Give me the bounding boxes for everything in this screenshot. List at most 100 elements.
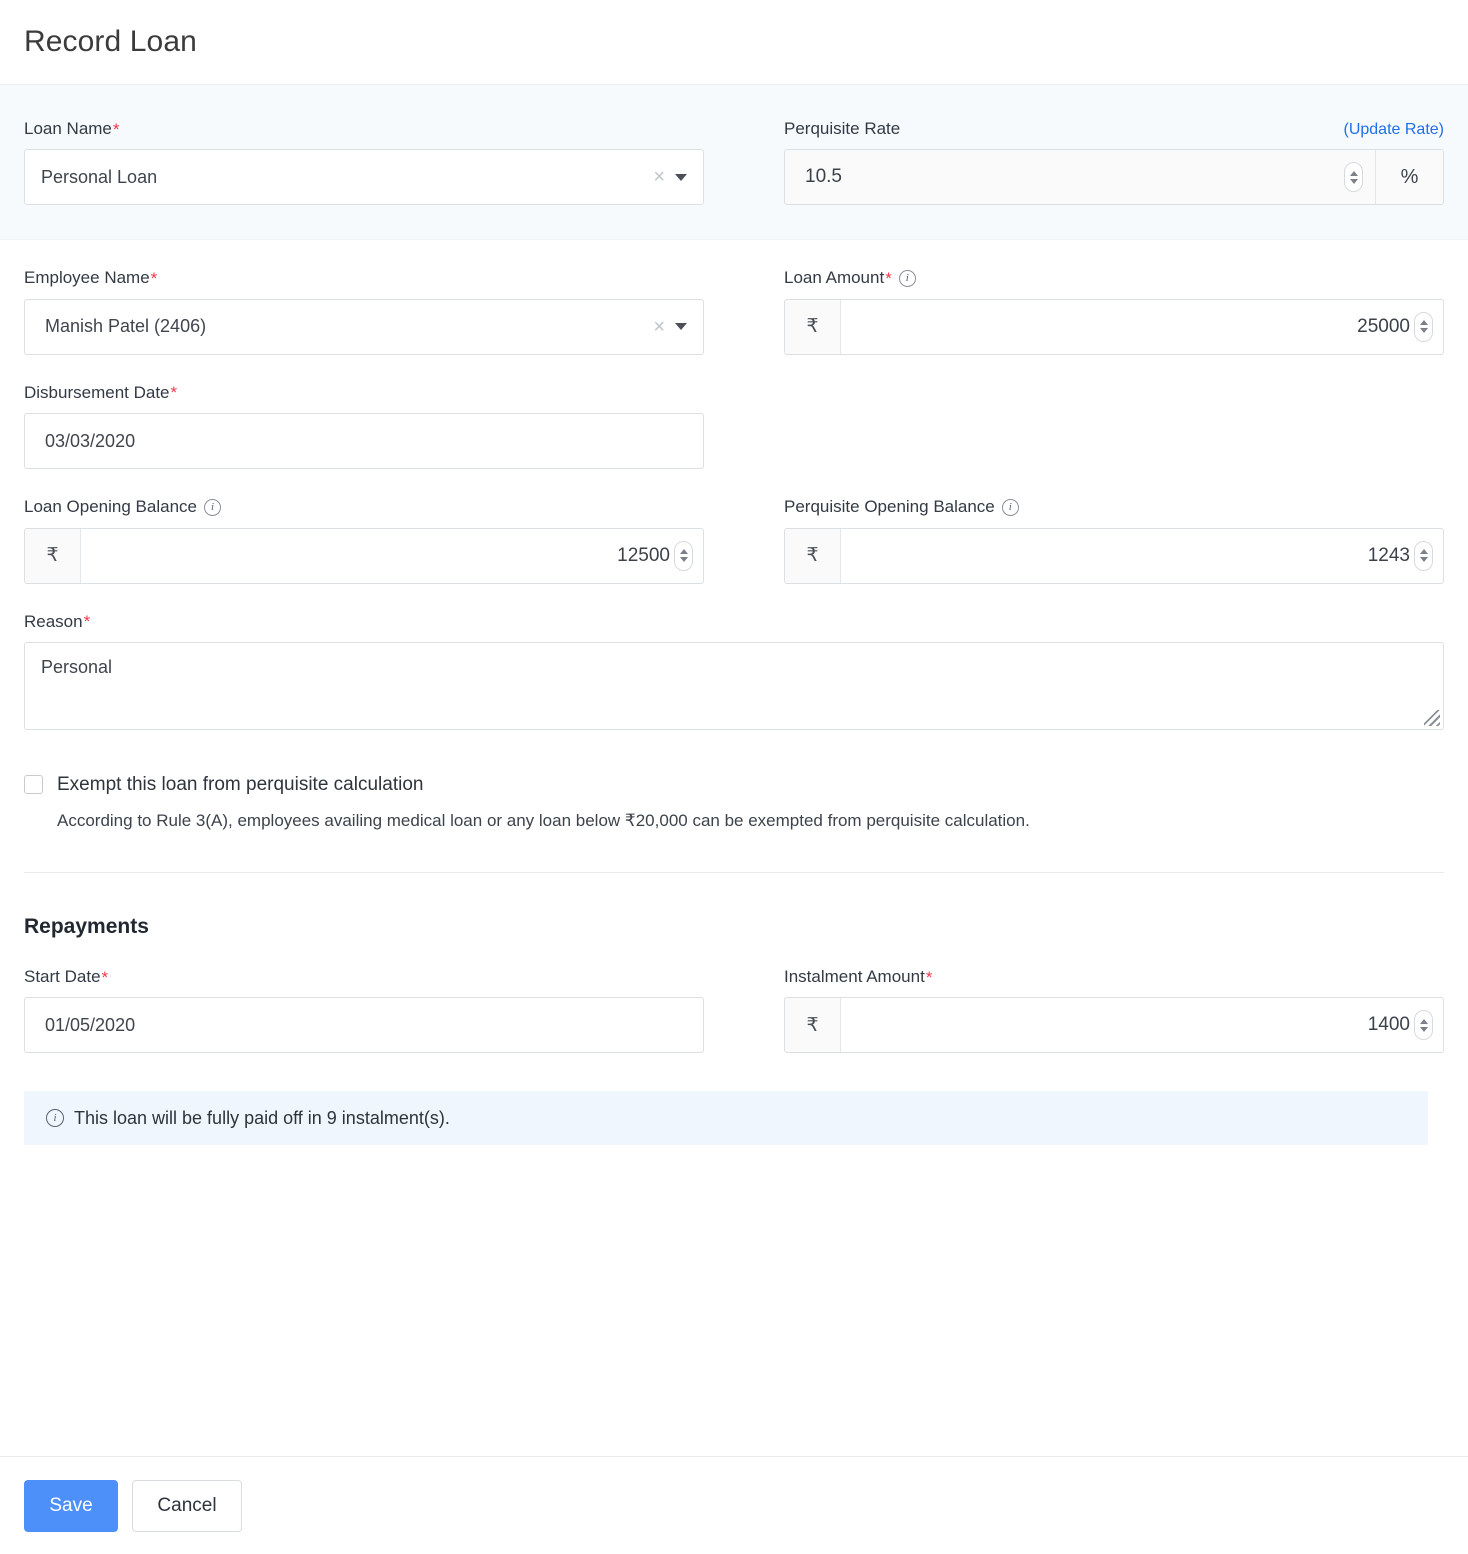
reason-value[interactable]: Personal <box>25 643 1443 692</box>
row-repayment-fields: Start Date* 01/05/2020 Instalment Amount… <box>24 967 1444 1053</box>
stepper-down-icon[interactable] <box>1420 1027 1428 1032</box>
perquisite-rate-label: Perquisite Rate <box>784 119 900 139</box>
info-icon: i <box>46 1109 64 1127</box>
exempt-checkbox-label[interactable]: Exempt this loan from perquisite calcula… <box>57 774 423 796</box>
clear-icon[interactable]: × <box>653 167 671 187</box>
form-body: Employee Name* Manish Patel (2406) × Loa… <box>0 268 1468 1145</box>
loan-amount-value[interactable]: 25000 <box>841 316 1412 338</box>
percent-suffix: % <box>1375 150 1443 204</box>
stepper-up-icon[interactable] <box>1420 1019 1428 1024</box>
page-title: Record Loan <box>24 25 197 59</box>
resize-handle-icon[interactable] <box>1424 710 1440 726</box>
stepper-up-icon[interactable] <box>1420 549 1428 554</box>
row-employee-loan-amount: Employee Name* Manish Patel (2406) × Loa… <box>24 268 1444 354</box>
reason-label-text: Reason <box>24 612 83 632</box>
stepper-up-icon[interactable] <box>680 549 688 554</box>
reason-label: Reason* <box>24 612 1444 632</box>
required-asterisk: * <box>113 121 120 138</box>
employee-name-label: Employee Name* <box>24 268 704 288</box>
exempt-help-text: According to Rule 3(A), employees availi… <box>57 810 1444 832</box>
row-disbursement-date-spacer <box>784 383 1444 469</box>
info-icon[interactable]: i <box>1002 499 1019 516</box>
loan-amount-input-wrapper[interactable]: ₹ 25000 <box>784 299 1444 355</box>
instalment-amount-field-group: Instalment Amount* ₹ 1400 <box>784 967 1444 1053</box>
loan-amount-field-group: Loan Amount* i ₹ 25000 <box>784 268 1444 354</box>
start-date-value[interactable]: 01/05/2020 <box>25 1015 703 1036</box>
disbursement-date-value[interactable]: 03/03/2020 <box>25 431 703 452</box>
loan-name-value: Personal Loan <box>25 167 653 188</box>
stepper-up-icon[interactable] <box>1350 171 1358 176</box>
row-disbursement-date: Disbursement Date* 03/03/2020 <box>24 383 1444 469</box>
loan-name-label: Loan Name* <box>24 119 704 139</box>
form-footer: Save Cancel <box>0 1456 1468 1554</box>
primary-fields-band: Loan Name* Personal Loan × Perquisite Ra… <box>0 85 1468 240</box>
stepper-down-icon[interactable] <box>1420 328 1428 333</box>
instalment-info-banner: i This loan will be fully paid off in 9 … <box>24 1091 1428 1145</box>
reason-field-group: Reason* Personal <box>24 612 1444 730</box>
required-asterisk: * <box>151 270 158 287</box>
clear-icon[interactable]: × <box>653 317 671 337</box>
loan-opening-balance-value[interactable]: 12500 <box>81 545 672 567</box>
chevron-down-icon[interactable] <box>675 174 687 181</box>
exempt-checkbox-row[interactable]: Exempt this loan from perquisite calcula… <box>24 774 1444 796</box>
stepper-down-icon[interactable] <box>680 557 688 562</box>
disbursement-date-label: Disbursement Date* <box>24 383 704 403</box>
chevron-down-icon[interactable] <box>675 323 687 330</box>
perquisite-opening-balance-field-group: Perquisite Opening Balance i ₹ 1243 <box>784 497 1444 583</box>
instalment-amount-input-wrapper[interactable]: ₹ 1400 <box>784 997 1444 1053</box>
employee-name-value: Manish Patel (2406) <box>25 316 653 337</box>
loan-opening-balance-label-text: Loan Opening Balance <box>24 497 197 517</box>
instalment-amount-value[interactable]: 1400 <box>841 1014 1412 1036</box>
required-asterisk: * <box>102 969 109 986</box>
perquisite-rate-input-wrapper[interactable]: 10.5 % <box>784 149 1444 205</box>
loan-amount-label: Loan Amount* i <box>784 268 1444 288</box>
save-button[interactable]: Save <box>24 1480 118 1532</box>
loan-amount-stepper[interactable] <box>1414 312 1433 342</box>
section-divider <box>24 872 1444 873</box>
row-reason: Reason* Personal <box>24 612 1444 730</box>
employee-name-select[interactable]: Manish Patel (2406) × <box>24 299 704 355</box>
instalment-amount-label: Instalment Amount* <box>784 967 1444 987</box>
perquisite-rate-stepper[interactable] <box>1344 162 1363 192</box>
perquisite-opening-balance-stepper[interactable] <box>1414 541 1433 571</box>
start-date-input[interactable]: 01/05/2020 <box>24 997 704 1053</box>
start-date-label: Start Date* <box>24 967 704 987</box>
rupee-icon: ₹ <box>785 529 841 583</box>
employee-name-field-group: Employee Name* Manish Patel (2406) × <box>24 268 784 354</box>
disbursement-date-field-group: Disbursement Date* 03/03/2020 <box>24 383 784 469</box>
loan-opening-balance-stepper[interactable] <box>674 541 693 571</box>
perquisite-opening-balance-value[interactable]: 1243 <box>841 545 1412 567</box>
disbursement-date-label-text: Disbursement Date <box>24 383 170 403</box>
cancel-button[interactable]: Cancel <box>132 1480 242 1532</box>
exempt-checkbox[interactable] <box>24 775 43 794</box>
update-rate-link[interactable]: (Update Rate) <box>1344 121 1445 139</box>
stepper-up-icon[interactable] <box>1420 320 1428 325</box>
required-asterisk: * <box>926 969 933 986</box>
info-icon[interactable]: i <box>899 270 916 287</box>
perquisite-opening-balance-label: Perquisite Opening Balance i <box>784 497 1444 517</box>
start-date-field-group: Start Date* 01/05/2020 <box>24 967 784 1053</box>
rupee-icon: ₹ <box>785 998 841 1052</box>
rupee-icon: ₹ <box>25 529 81 583</box>
reason-textarea[interactable]: Personal <box>24 642 1444 730</box>
repayments-section-title: Repayments <box>24 915 1444 939</box>
perquisite-opening-balance-input-wrapper[interactable]: ₹ 1243 <box>784 528 1444 584</box>
perquisite-rate-value[interactable]: 10.5 <box>785 166 1342 188</box>
instalment-amount-stepper[interactable] <box>1414 1010 1433 1040</box>
required-asterisk: * <box>885 270 892 287</box>
required-asterisk: * <box>171 384 178 401</box>
employee-name-label-text: Employee Name <box>24 268 150 288</box>
loan-opening-balance-input-wrapper[interactable]: ₹ 12500 <box>24 528 704 584</box>
row-opening-balances: Loan Opening Balance i ₹ 12500 Perquisit… <box>24 497 1444 583</box>
loan-amount-label-text: Loan Amount <box>784 268 884 288</box>
loan-opening-balance-label: Loan Opening Balance i <box>24 497 704 517</box>
stepper-down-icon[interactable] <box>1420 557 1428 562</box>
stepper-down-icon[interactable] <box>1350 179 1358 184</box>
perquisite-opening-balance-label-text: Perquisite Opening Balance <box>784 497 995 517</box>
required-asterisk: * <box>84 613 91 630</box>
loan-opening-balance-field-group: Loan Opening Balance i ₹ 12500 <box>24 497 784 583</box>
loan-name-select[interactable]: Personal Loan × <box>24 149 704 205</box>
info-icon[interactable]: i <box>204 499 221 516</box>
perquisite-rate-label-row: Perquisite Rate (Update Rate) <box>784 119 1444 139</box>
disbursement-date-input[interactable]: 03/03/2020 <box>24 413 704 469</box>
